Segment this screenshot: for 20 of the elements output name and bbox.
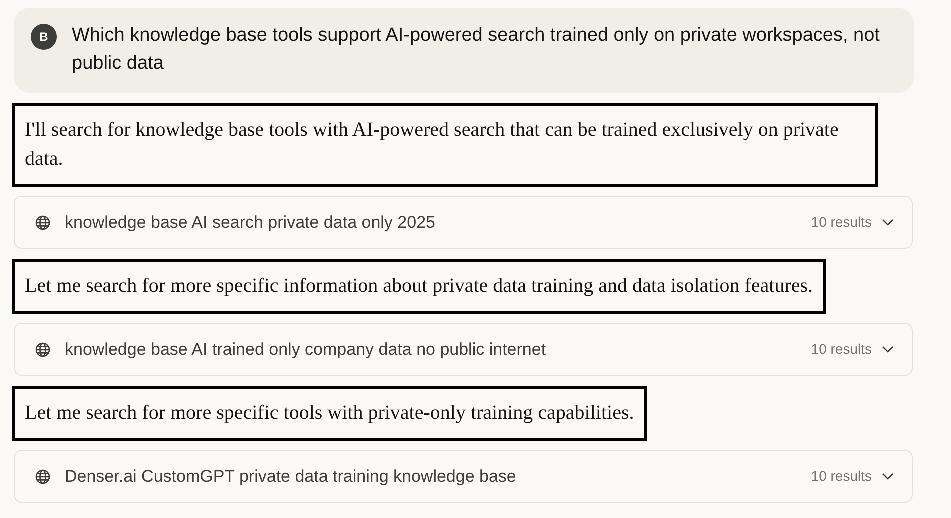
assistant-message: I'll search for knowledge base tools with AI-powered search that can be trained exclusively on private data. bbox=[12, 103, 878, 187]
search-query: knowledge base AI search private data only 2025 bbox=[65, 212, 436, 234]
user-avatar: B bbox=[31, 24, 57, 50]
result-count: 10 results bbox=[811, 467, 872, 486]
assistant-message: Let me search for more specific tools with private-only training capabilities. bbox=[12, 386, 648, 441]
globe-icon bbox=[35, 342, 51, 358]
assistant-message: Let me search for more specific information about private data training and data isolation features. bbox=[12, 259, 826, 314]
chevron-icon bbox=[882, 218, 894, 226]
result-count: 10 results bbox=[811, 340, 872, 359]
chevron-icon bbox=[882, 346, 894, 354]
result-count: 10 results bbox=[811, 213, 872, 232]
globe-icon bbox=[35, 214, 51, 230]
search-result-card[interactable]: knowledge base AI search private data only 2025 10 results bbox=[14, 196, 913, 249]
search-result-card[interactable]: Denser.ai CustomGPT private data training knowledge base 10 results bbox=[14, 450, 913, 503]
globe-icon bbox=[35, 468, 51, 484]
search-result-card[interactable]: knowledge base AI trained only company data no public internet 10 results bbox=[14, 323, 913, 376]
search-query: Denser.ai CustomGPT private data training knowledge base bbox=[65, 466, 518, 488]
search-query: knowledge base AI trained only company data no public internet bbox=[65, 338, 548, 361]
user-message: Which knowledge base tools support AI-powered search trained only on private workspaces, not public data bbox=[72, 24, 881, 76]
chevron-icon bbox=[882, 472, 894, 480]
